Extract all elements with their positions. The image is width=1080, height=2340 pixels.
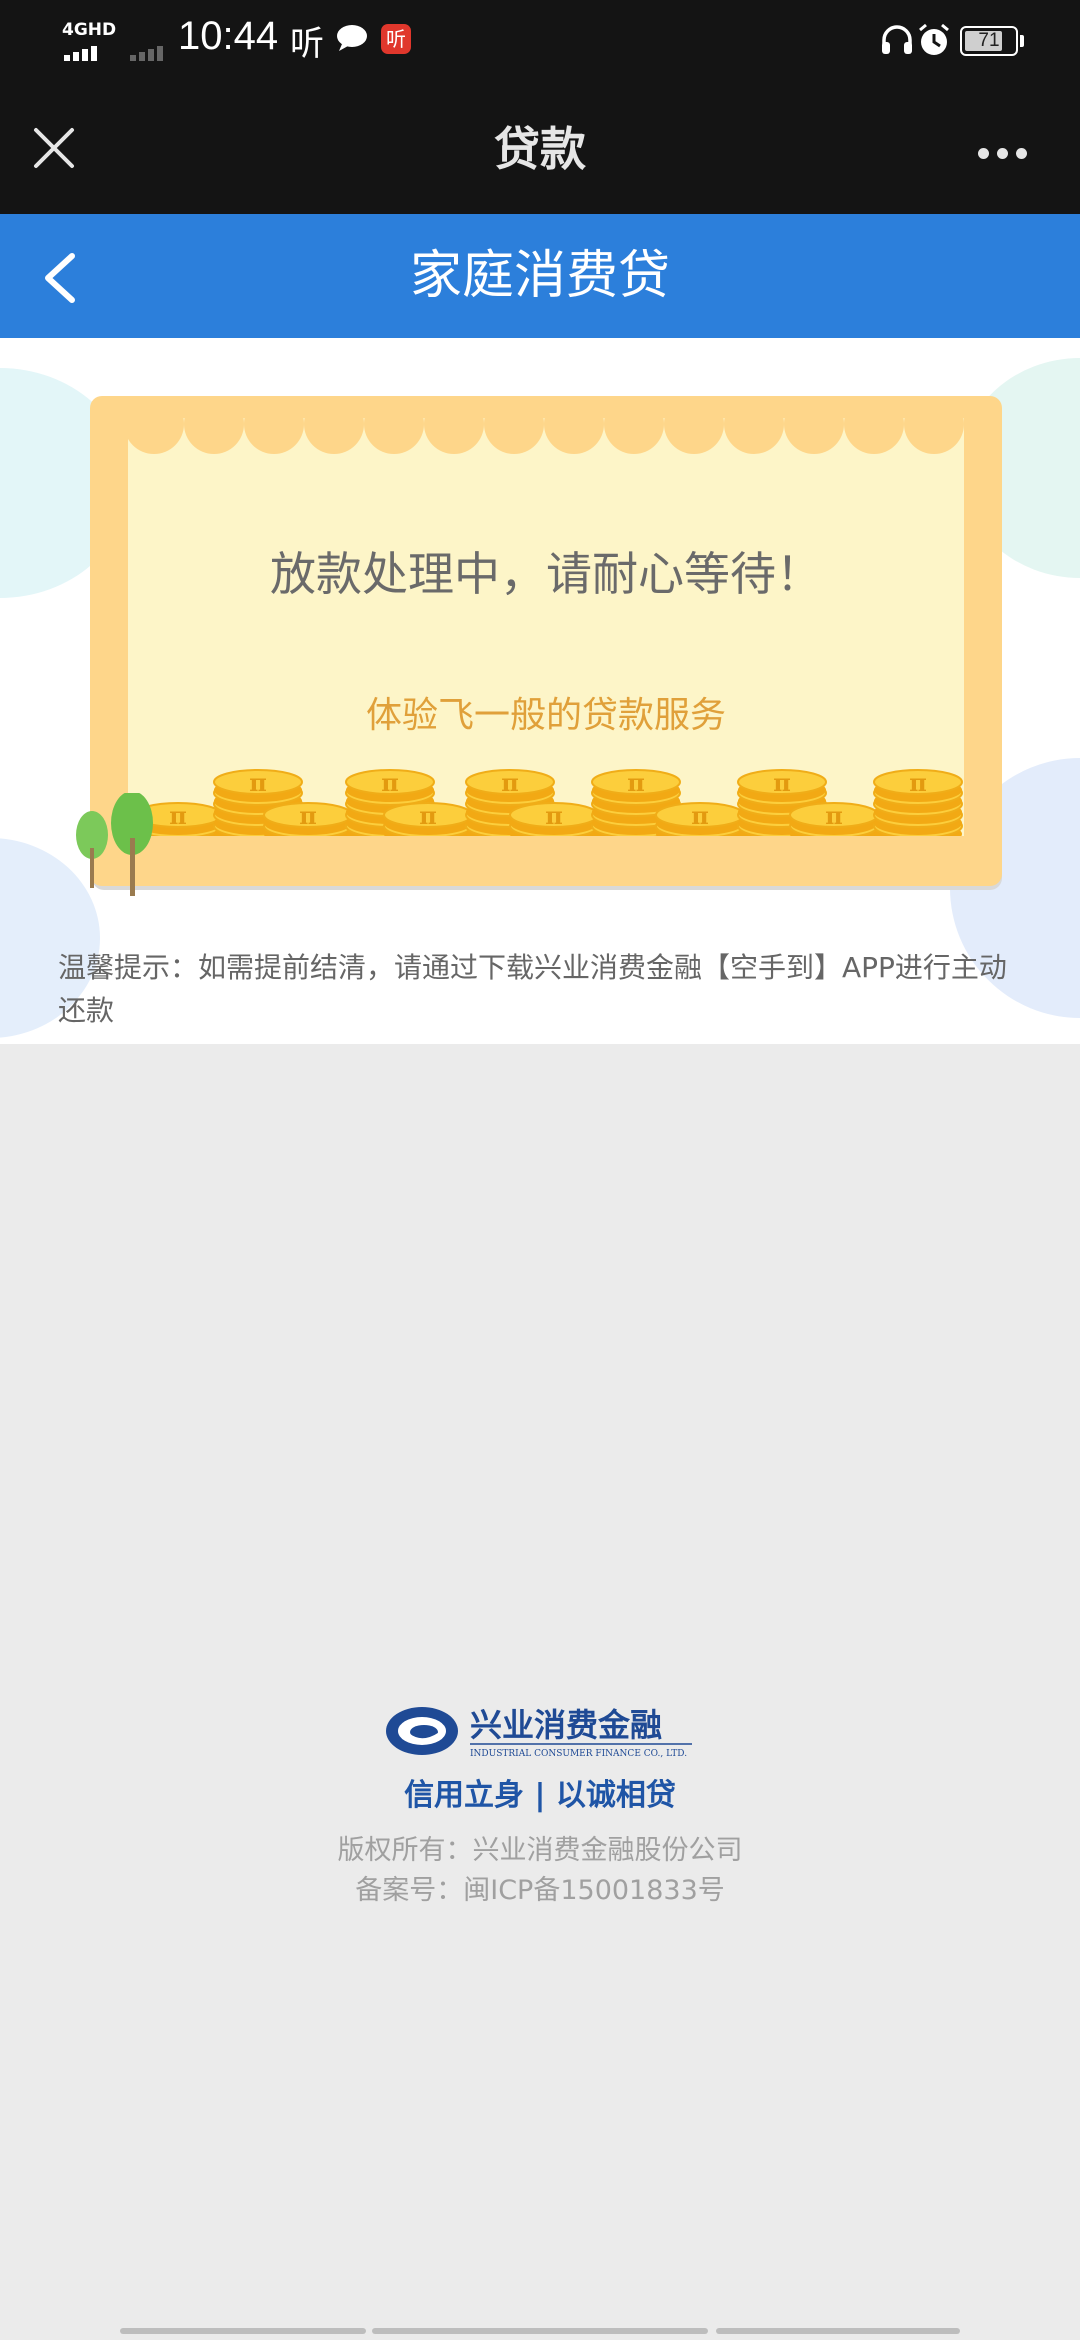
svg-text:π: π xyxy=(299,801,317,830)
company-logo: 兴业消费金融 INDUSTRIAL CONSUMER FINANCE CO., … xyxy=(386,1706,692,1759)
slogan: 信用立身 | 以诚相贷 xyxy=(404,1778,676,1813)
svg-text:π: π xyxy=(249,768,267,797)
battery-icon: 71 xyxy=(960,26,1018,56)
chevron-left-icon[interactable] xyxy=(38,250,82,306)
svg-text:π: π xyxy=(691,801,709,830)
status-message: 放款处理中，请耐心等待！ xyxy=(270,547,822,601)
icp-text: 备案号：闽ICP备15001833号 xyxy=(355,1875,725,1906)
svg-text:π: π xyxy=(909,768,927,797)
signal-icon xyxy=(64,42,100,61)
svg-text:π: π xyxy=(381,768,399,797)
svg-text:π: π xyxy=(545,801,563,830)
svg-text:兴业消费金融: 兴业消费金融 xyxy=(470,1706,662,1744)
close-icon[interactable] xyxy=(28,122,80,174)
alarm-icon xyxy=(919,23,949,55)
header-title: 家庭消费贷 xyxy=(409,246,670,306)
svg-text:π: π xyxy=(169,801,187,830)
svg-text:π: π xyxy=(627,768,645,797)
chat-bubble-icon xyxy=(337,25,367,51)
status-card-inner: 放款处理中，请耐心等待！ ππππππππππππ 体验飞一般的贷款服务 xyxy=(128,418,964,836)
tip-text: 温馨提示：如需提前结清，请通过下载兴业消费金融【空手到】APP进行主动还款 xyxy=(58,951,1007,1027)
copyright-text: 版权所有：兴业消费金融股份公司 xyxy=(337,1835,743,1866)
more-dots-icon[interactable] xyxy=(978,144,1035,163)
signal-2-icon xyxy=(130,42,166,61)
svg-text:INDUSTRIAL CONSUMER FINANCE CO: INDUSTRIAL CONSUMER FINANCE CO., LTD. xyxy=(470,1749,687,1759)
header-bar: 家庭消费贷 xyxy=(0,214,1080,338)
svg-text:π: π xyxy=(773,768,791,797)
status-content: 放款处理中，请耐心等待！ ππππππππππππ 体验飞一般的贷款服务 温馨提… xyxy=(0,338,1080,1044)
svg-text:π: π xyxy=(825,801,843,830)
home-indicator xyxy=(372,2328,708,2334)
battery-level: 71 xyxy=(978,30,1000,51)
listen-icon: 听 xyxy=(290,24,324,64)
app-notification-icon: 听 xyxy=(381,24,411,54)
page-title: 贷款 xyxy=(494,122,586,176)
status-bar: 4GHD 10:44 听 听 71 xyxy=(0,0,1080,84)
status-card: 放款处理中，请耐心等待！ ππππππππππππ 体验飞一般的贷款服务 xyxy=(90,396,1002,886)
clock: 10:44 xyxy=(178,14,279,58)
headphones-icon xyxy=(882,25,912,54)
network-type: 4GHD xyxy=(62,20,117,40)
status-subtitle: 体验飞一般的贷款服务 xyxy=(365,695,726,736)
svg-text:π: π xyxy=(501,768,519,797)
title-bar: 贷款 xyxy=(0,84,1080,214)
svg-text:π: π xyxy=(419,801,437,830)
tree-illustration xyxy=(76,793,153,896)
home-indicator xyxy=(716,2328,960,2334)
scallop-border xyxy=(128,418,964,454)
home-indicator xyxy=(120,2328,366,2334)
